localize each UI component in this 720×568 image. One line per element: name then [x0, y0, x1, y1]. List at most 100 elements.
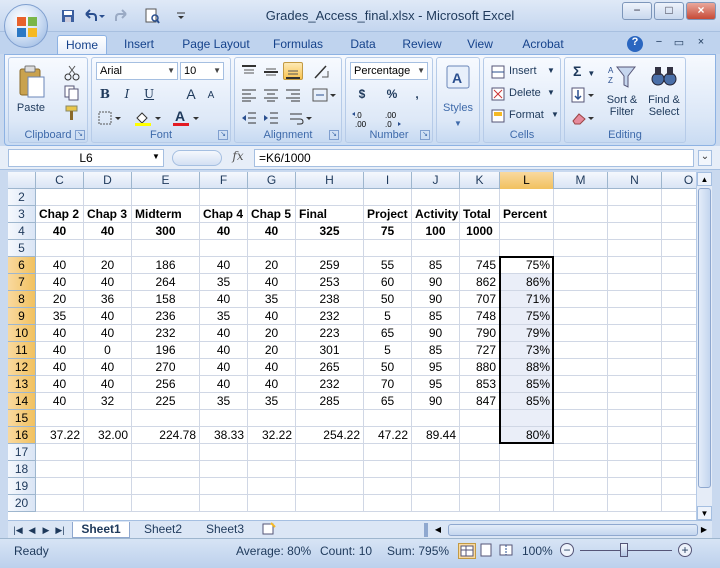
- cell-G9[interactable]: 40: [248, 308, 296, 325]
- cell-K17[interactable]: [460, 444, 500, 461]
- cell-K3[interactable]: Total: [460, 206, 500, 223]
- tab-split-handle[interactable]: [424, 523, 428, 537]
- cell-O20[interactable]: [662, 495, 696, 512]
- cell-H17[interactable]: [296, 444, 364, 461]
- decrease-decimal-icon[interactable]: .00.0: [380, 108, 406, 129]
- page-layout-view-icon[interactable]: [478, 543, 496, 559]
- zoom-in-button[interactable]: +: [678, 543, 692, 557]
- name-box-dropdown-icon[interactable]: ▼: [152, 152, 160, 161]
- cell-F2[interactable]: [200, 189, 248, 206]
- cell-K2[interactable]: [460, 189, 500, 206]
- align-center-icon[interactable]: [261, 85, 281, 103]
- column-header[interactable]: E: [132, 172, 200, 189]
- cell-G13[interactable]: 40: [248, 376, 296, 393]
- cell-F6[interactable]: 40: [200, 257, 248, 274]
- cell-C10[interactable]: 40: [36, 325, 84, 342]
- cell-O6[interactable]: [662, 257, 696, 274]
- cell-M18[interactable]: [554, 461, 608, 478]
- cell-K5[interactable]: [460, 240, 500, 257]
- cell-J13[interactable]: 95: [412, 376, 460, 393]
- tab-view[interactable]: View: [460, 35, 500, 54]
- cell-L4[interactable]: [500, 223, 554, 240]
- cell-D9[interactable]: 40: [84, 308, 132, 325]
- column-header[interactable]: N: [608, 172, 662, 189]
- cell-J12[interactable]: 95: [412, 359, 460, 376]
- cell-O14[interactable]: [662, 393, 696, 410]
- comma-button[interactable]: ,: [408, 85, 426, 103]
- cell-L10[interactable]: 79%: [500, 325, 554, 342]
- cell-F8[interactable]: 40: [200, 291, 248, 308]
- row-header[interactable]: 9: [8, 308, 36, 325]
- cell-I6[interactable]: 55: [364, 257, 412, 274]
- cell-J14[interactable]: 90: [412, 393, 460, 410]
- row-header[interactable]: 10: [8, 325, 36, 342]
- zoom-slider-thumb[interactable]: [620, 543, 628, 557]
- expand-formula-bar-icon[interactable]: ⌄: [698, 150, 712, 166]
- cell-H14[interactable]: 285: [296, 393, 364, 410]
- cell-N12[interactable]: [608, 359, 662, 376]
- row-header[interactable]: 16: [8, 427, 36, 444]
- column-header[interactable]: O: [662, 172, 696, 189]
- underline-button[interactable]: U: [140, 85, 158, 103]
- cell-N10[interactable]: [608, 325, 662, 342]
- column-header[interactable]: F: [200, 172, 248, 189]
- alignment-launcher-icon[interactable]: ↘: [329, 130, 339, 140]
- row-header[interactable]: 19: [8, 478, 36, 495]
- cell-E19[interactable]: [132, 478, 200, 495]
- cell-F16[interactable]: 38.33: [200, 427, 248, 444]
- cell-O12[interactable]: [662, 359, 696, 376]
- cell-N6[interactable]: [608, 257, 662, 274]
- cell-J11[interactable]: 85: [412, 342, 460, 359]
- cell-E8[interactable]: 158: [132, 291, 200, 308]
- row-header[interactable]: 18: [8, 461, 36, 478]
- cell-M5[interactable]: [554, 240, 608, 257]
- cell-O16[interactable]: [662, 427, 696, 444]
- cell-C5[interactable]: [36, 240, 84, 257]
- cell-D6[interactable]: 20: [84, 257, 132, 274]
- cell-H20[interactable]: [296, 495, 364, 512]
- cell-L9[interactable]: 75%: [500, 308, 554, 325]
- row-header[interactable]: 6: [8, 257, 36, 274]
- tab-data[interactable]: Data: [342, 35, 384, 54]
- cell-D15[interactable]: [84, 410, 132, 427]
- cell-I5[interactable]: [364, 240, 412, 257]
- column-header[interactable]: L: [500, 172, 554, 189]
- cell-J3[interactable]: Activity: [412, 206, 460, 223]
- cell-G5[interactable]: [248, 240, 296, 257]
- cell-H2[interactable]: [296, 189, 364, 206]
- row-header[interactable]: 2: [8, 189, 36, 206]
- cell-H15[interactable]: [296, 410, 364, 427]
- cell-M12[interactable]: [554, 359, 608, 376]
- cell-L12[interactable]: 88%: [500, 359, 554, 376]
- cell-F15[interactable]: [200, 410, 248, 427]
- row-header[interactable]: 11: [8, 342, 36, 359]
- cell-C8[interactable]: 20: [36, 291, 84, 308]
- office-button[interactable]: [4, 4, 48, 48]
- cell-F13[interactable]: 40: [200, 376, 248, 393]
- cell-L8[interactable]: 71%: [500, 291, 554, 308]
- column-header[interactable]: C: [36, 172, 84, 189]
- formula-bar-handle[interactable]: [172, 150, 222, 166]
- cell-E7[interactable]: 264: [132, 274, 200, 291]
- cell-E5[interactable]: [132, 240, 200, 257]
- cell-L6[interactable]: 75%: [500, 257, 554, 274]
- cell-J5[interactable]: [412, 240, 460, 257]
- cell-E18[interactable]: [132, 461, 200, 478]
- cell-F11[interactable]: 40: [200, 342, 248, 359]
- bold-button[interactable]: B: [96, 85, 114, 103]
- cell-L13[interactable]: 85%: [500, 376, 554, 393]
- row-header[interactable]: 3: [8, 206, 36, 223]
- cell-N8[interactable]: [608, 291, 662, 308]
- cell-O3[interactable]: [662, 206, 696, 223]
- cell-C13[interactable]: 40: [36, 376, 84, 393]
- undo-icon[interactable]: [82, 8, 98, 24]
- last-sheet-icon[interactable]: ▶|: [54, 523, 66, 537]
- row-header[interactable]: 14: [8, 393, 36, 410]
- align-top-icon[interactable]: [239, 62, 259, 80]
- format-painter-icon[interactable]: [63, 104, 81, 120]
- cell-I16[interactable]: 47.22: [364, 427, 412, 444]
- wrap-text-icon[interactable]: [287, 108, 313, 126]
- cell-G11[interactable]: 20: [248, 342, 296, 359]
- scroll-down-icon[interactable]: ▼: [697, 506, 712, 520]
- cell-G15[interactable]: [248, 410, 296, 427]
